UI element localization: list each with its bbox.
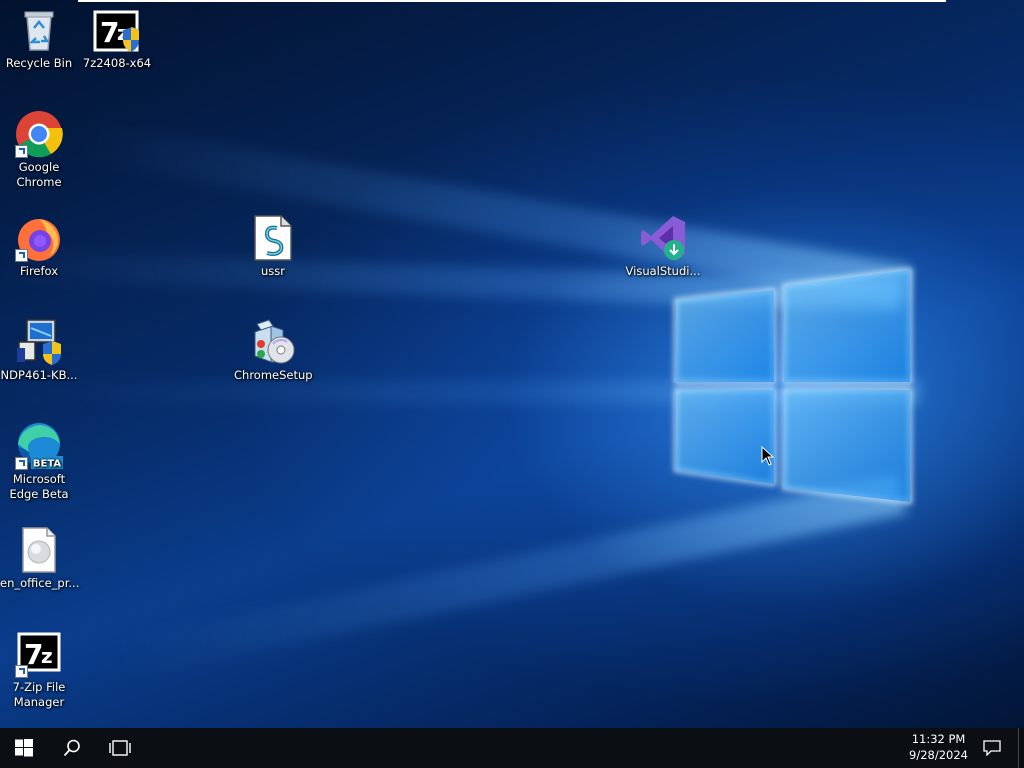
show-desktop-button[interactable] bbox=[1018, 728, 1024, 768]
action-center-icon bbox=[983, 740, 1001, 756]
desktop-icon-recycle-bin[interactable]: Recycle Bin bbox=[0, 6, 78, 71]
desktop-icon-visualstudio-installer[interactable]: VisualStudi... bbox=[624, 214, 702, 279]
installer-7zip-icon: 7 z bbox=[93, 6, 141, 54]
desktop-icon-label: Google Chrome bbox=[16, 160, 62, 189]
desktop-icon-label: ChromeSetup bbox=[234, 368, 313, 382]
desktop-icon-firefox[interactable]: Firefox bbox=[0, 214, 78, 279]
desktop-icon-ndp461[interactable]: NDP461-KB... bbox=[0, 318, 78, 383]
desktop-icon-google-chrome[interactable]: Google Chrome bbox=[0, 110, 78, 190]
start-button[interactable] bbox=[0, 728, 48, 768]
clock-time: 11:32 PM bbox=[911, 732, 966, 746]
desktop-icon-microsoft-edge-beta[interactable]: BETA Microsoft Edge Beta bbox=[0, 422, 78, 502]
desktop-icon-7zip-file-manager[interactable]: 7 z 7-Zip File Manager bbox=[0, 630, 78, 710]
dotnet-installer-icon bbox=[15, 318, 63, 366]
shortcut-arrow-icon bbox=[15, 249, 28, 262]
chrome-icon bbox=[15, 110, 63, 158]
search-button[interactable] bbox=[48, 728, 96, 768]
desktop-icon-label: VisualStudi... bbox=[625, 264, 701, 278]
clock-date: 9/28/2024 bbox=[909, 748, 968, 762]
recycle-bin-icon bbox=[15, 6, 63, 54]
desktop-icon-label: 7-Zip File Manager bbox=[12, 680, 66, 709]
desktop-icon-label: Firefox bbox=[19, 264, 59, 278]
shortcut-arrow-icon bbox=[15, 665, 28, 678]
desktop-icon-7z2408-x64[interactable]: 7 z 7z2408-x64 bbox=[78, 6, 156, 71]
system-clock[interactable]: 11:32 PM 9/28/2024 bbox=[909, 731, 968, 763]
desktop-icon-label: NDP461-KB... bbox=[0, 368, 78, 382]
setup-package-icon bbox=[249, 318, 297, 366]
script-file-icon bbox=[249, 214, 297, 262]
desktop-icon-chromesetup[interactable]: ChromeSetup bbox=[234, 318, 313, 383]
firefox-icon bbox=[15, 214, 63, 262]
7zip-icon: 7 z bbox=[15, 630, 63, 678]
desktop-icon-label: Microsoft Edge Beta bbox=[9, 472, 69, 501]
windows-logo-wallpaper bbox=[674, 267, 912, 505]
desktop-icon-label: 7z2408-x64 bbox=[82, 56, 152, 70]
desktop-icon-label: Recycle Bin bbox=[5, 56, 73, 70]
shortcut-arrow-icon bbox=[15, 457, 28, 470]
edge-beta-icon: BETA bbox=[15, 422, 63, 470]
task-view-icon bbox=[109, 740, 131, 756]
desktop-icon-ussr[interactable]: ussr bbox=[234, 214, 312, 279]
shortcut-arrow-icon bbox=[15, 145, 28, 158]
svg-text:z: z bbox=[41, 644, 53, 668]
task-view-button[interactable] bbox=[96, 728, 144, 768]
desktop[interactable]: Recycle Bin 7 z 7z2408-x64 Google Chrome… bbox=[0, 0, 1024, 728]
disc-image-file-icon bbox=[15, 526, 63, 574]
mouse-cursor-icon bbox=[761, 446, 775, 466]
desktop-icon-label: en_office_pr... bbox=[0, 576, 80, 590]
action-center-button[interactable] bbox=[968, 728, 1016, 768]
beta-badge: BETA bbox=[33, 459, 61, 470]
desktop-icon-en-office-iso[interactable]: en_office_pr... bbox=[0, 526, 80, 591]
visual-studio-installer-icon bbox=[639, 214, 687, 262]
taskbar: 11:32 PM 9/28/2024 bbox=[0, 728, 1024, 768]
windows-start-icon bbox=[15, 739, 33, 757]
desktop-icon-label: ussr bbox=[261, 264, 285, 278]
search-icon bbox=[63, 739, 80, 757]
